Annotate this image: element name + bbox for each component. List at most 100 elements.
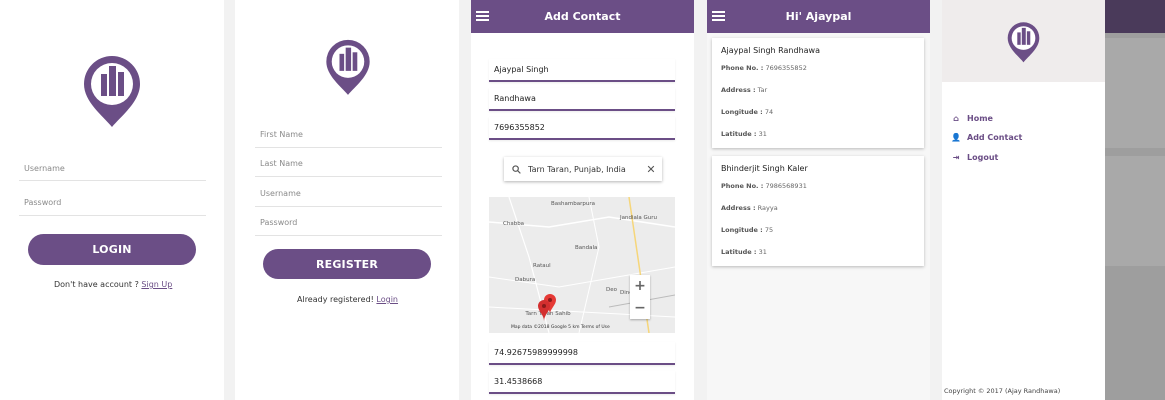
drawer-item-label: Home [967, 114, 993, 123]
password-placeholder: Password [24, 198, 62, 207]
latitude-label: Latitude : [721, 130, 757, 138]
drawer-item-logout[interactable]: ⇥ Logout [950, 153, 999, 162]
longitude-input[interactable]: 74.92675989999998 [489, 342, 675, 365]
contact-latitude: 31 [758, 130, 767, 138]
contact-card[interactable]: Ajaypal Singh Randhawa Phone No. : 76963… [712, 38, 924, 148]
contact-phone: 7696355852 [765, 64, 807, 72]
map-zoom-control: + − [630, 275, 650, 319]
drawer-item-home[interactable]: ⌂ Home [950, 114, 993, 123]
contact-phone-row: Phone No. : 7986568931 [721, 182, 915, 204]
password-field[interactable]: Password [255, 218, 442, 236]
screen-gap [459, 0, 471, 400]
address-label: Address : [721, 86, 756, 94]
contact-address-row: Address : Tar [721, 86, 915, 108]
contact-phone: 7986568931 [765, 182, 807, 190]
first-name-field[interactable]: First Name [255, 130, 442, 148]
address-label: Address : [721, 204, 756, 212]
last-name-field[interactable]: Last Name [255, 159, 442, 177]
first-name-input[interactable]: Ajaypal Singh [489, 59, 675, 82]
last-name-placeholder: Last Name [260, 159, 303, 168]
zoom-in-button[interactable]: + [630, 275, 650, 297]
first-name-placeholder: First Name [260, 130, 303, 139]
register-screen: First Name Last Name Username Password R… [235, 0, 459, 400]
contact-longitude-row: Longitude : 74 [721, 108, 915, 130]
screen-gap [930, 0, 942, 400]
app-logo [81, 54, 143, 128]
add-person-icon: 👤 [951, 133, 961, 142]
map-attribution: Map data ©2018 Google 5 km Terms of Use [511, 325, 610, 330]
contact-longitude: 75 [764, 226, 774, 234]
screen-gap [694, 0, 707, 400]
login-link[interactable]: Login [376, 295, 398, 304]
map-marker-icon[interactable] [537, 294, 557, 322]
login-button[interactable]: LOGIN [28, 234, 196, 265]
drawer-screen: ⌂ Home 👤 Add Contact ⇥ Logout Copyright … [942, 0, 1165, 400]
map-label: Rataul [533, 263, 551, 269]
logout-icon: ⇥ [952, 153, 960, 162]
hamburger-menu-icon[interactable] [476, 11, 489, 21]
login-prompt: Already registered! Login [297, 295, 398, 304]
username-placeholder: Username [260, 189, 301, 198]
username-placeholder: Username [24, 164, 65, 173]
register-button[interactable]: REGISTER [263, 249, 431, 279]
longitude-label: Longitude : [721, 226, 763, 234]
home-icon: ⌂ [953, 114, 959, 123]
hamburger-menu-icon[interactable] [712, 11, 725, 21]
latitude-input[interactable]: 31.4538668 [489, 371, 675, 394]
contact-address: Tar [757, 86, 768, 94]
dimmed-app-bar [1105, 0, 1165, 33]
map-label: Dabura [515, 277, 536, 283]
drawer-item-add-contact[interactable]: 👤 Add Contact [950, 133, 1022, 142]
signup-prompt-text: Don't have account ? [54, 280, 139, 289]
search-icon [504, 164, 528, 174]
map-label: Jandiala Guru [620, 215, 658, 221]
contact-name: Ajaypal Singh Randhawa [721, 46, 820, 55]
app-logo [1006, 21, 1041, 63]
contact-phone-row: Phone No. : 7696355852 [721, 64, 915, 86]
password-placeholder: Password [260, 218, 298, 227]
place-search-box[interactable]: Tarn Taran, Punjab, India ✕ [504, 157, 662, 181]
contact-latitude-row: Latitude : 31 [721, 130, 915, 152]
page-title: Hi' Ajaypal [785, 10, 852, 23]
map-label: Bashambarpura [551, 201, 595, 207]
app-bar: Add Contact [471, 0, 694, 33]
username-field[interactable]: Username [255, 189, 442, 207]
copyright-text: Copyright © 2017 (Ajay Randhawa) [944, 387, 1061, 395]
map-label: Deo [606, 287, 617, 293]
map-label: Bandala [575, 245, 598, 251]
zoom-out-button[interactable]: − [630, 297, 650, 319]
clear-icon[interactable]: ✕ [640, 163, 662, 176]
contact-address: Rayya [757, 204, 778, 212]
app-logo [324, 38, 372, 96]
latitude-label: Latitude : [721, 248, 757, 256]
phone-label: Phone No. : [721, 64, 764, 72]
dimmed-card [1105, 156, 1165, 266]
login-prompt-text: Already registered! [297, 295, 374, 304]
map-label: Chabba [503, 221, 525, 227]
password-field[interactable]: Password [19, 198, 206, 216]
search-input[interactable]: Tarn Taran, Punjab, India [528, 165, 640, 174]
contact-address-row: Address : Rayya [721, 204, 915, 226]
phone-label: Phone No. : [721, 182, 764, 190]
drawer-item-label: Add Contact [967, 133, 1023, 142]
contact-name: Bhinderjit Singh Kaler [721, 164, 808, 173]
screen-gap [224, 0, 235, 400]
login-screen: Username Password LOGIN Don't have accou… [0, 0, 224, 400]
drawer-header [942, 0, 1105, 82]
last-name-input[interactable]: Randhawa [489, 88, 675, 111]
contact-latitude-row: Latitude : 31 [721, 248, 915, 270]
contact-longitude-row: Longitude : 75 [721, 226, 915, 248]
app-bar: Hi' Ajaypal [707, 0, 930, 33]
longitude-label: Longitude : [721, 108, 763, 116]
signup-link[interactable]: Sign Up [141, 280, 172, 289]
navigation-drawer: ⌂ Home 👤 Add Contact ⇥ Logout Copyright … [942, 0, 1105, 400]
contact-longitude: 74 [764, 108, 774, 116]
contact-card[interactable]: Bhinderjit Singh Kaler Phone No. : 79865… [712, 156, 924, 266]
username-field[interactable]: Username [19, 164, 206, 181]
dimmed-card [1105, 38, 1165, 148]
contact-latitude: 31 [758, 248, 767, 256]
drawer-item-label: Logout [967, 153, 999, 162]
add-contact-screen: Add Contact Ajaypal Singh Randhawa 76963… [471, 0, 694, 400]
phone-input[interactable]: 7696355852 [489, 117, 675, 140]
signup-prompt: Don't have account ? Sign Up [54, 280, 172, 289]
